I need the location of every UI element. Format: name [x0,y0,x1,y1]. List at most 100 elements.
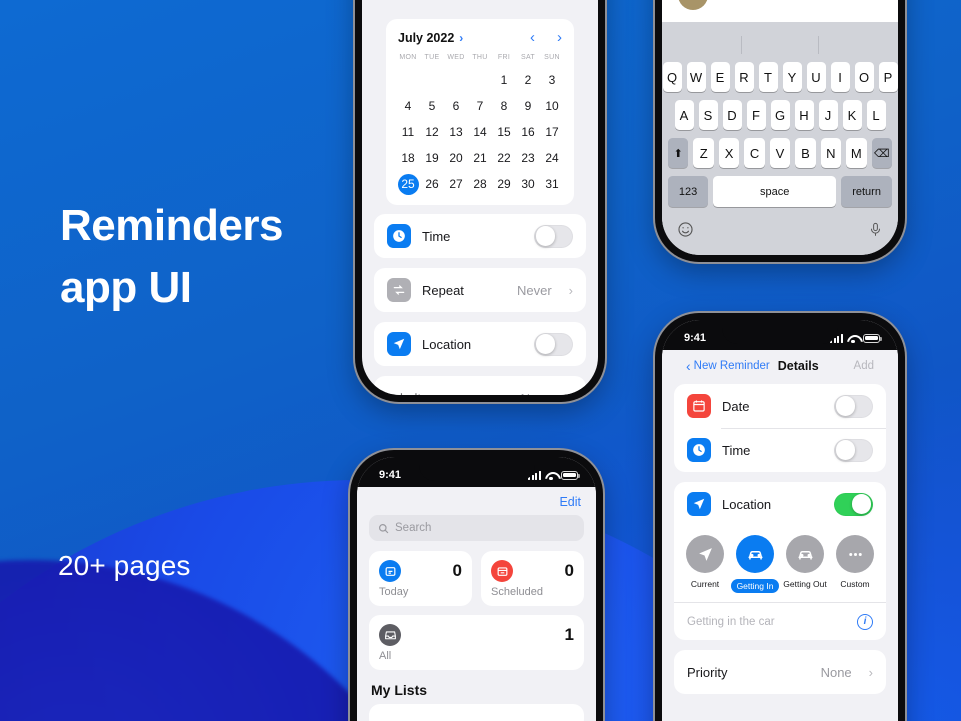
list-item[interactable] [369,704,584,721]
key-G[interactable]: G [770,100,790,130]
key-D[interactable]: D [722,100,742,130]
calendar-day[interactable]: 4 [396,96,420,117]
numbers-key[interactable]: 123 [668,176,709,207]
key-N[interactable]: N [820,138,842,168]
calendar-day[interactable]: 27 [444,174,468,195]
section-title: My Lists [371,682,428,698]
key-S[interactable]: S [698,100,718,130]
calendar-day[interactable]: 7 [468,96,492,117]
calendar-day[interactable]: 1 [492,70,516,91]
calendar-day[interactable]: 30 [516,174,540,195]
calendar-day[interactable]: 11 [396,122,420,143]
key-C[interactable]: C [744,138,765,168]
emoji-icon[interactable] [677,221,694,243]
key-Z[interactable]: Z [693,138,714,168]
location-input[interactable]: Getting in the car i [674,602,886,640]
key-E[interactable]: E [710,62,730,92]
key-L[interactable]: L [866,100,886,130]
calendar-day[interactable]: 15 [492,122,516,143]
backspace-key[interactable]: ⌫ [871,138,892,168]
phone-mockup-calendar: July 2022 › ‹ › MON TUE WED THU FRI SAT SUN...… [355,0,605,402]
time-toggle[interactable] [834,438,873,462]
calendar-day[interactable]: 13 [444,122,468,143]
row-time[interactable]: Time [674,428,886,472]
all-list-card[interactable]: 1 All [369,615,584,670]
key-Y[interactable]: Y [782,62,802,92]
key-B[interactable]: B [795,138,816,168]
calendar-day[interactable]: 6 [444,96,468,117]
calendar-day[interactable]: 10 [540,96,564,117]
calendar-day[interactable]: 5 [420,96,444,117]
time-toggle[interactable] [534,224,573,248]
calendar-day[interactable]: 29 [492,174,516,195]
key-J[interactable]: J [818,100,838,130]
calendar-day[interactable]: 24 [540,148,564,169]
row-location[interactable]: Location [374,322,586,366]
calendar-day[interactable]: 20 [444,148,468,169]
calendar-day[interactable]: 23 [516,148,540,169]
key-P[interactable]: P [878,62,898,92]
back-label: New Reminder [693,360,770,372]
shift-key[interactable]: ⬆ [668,138,689,168]
calendar-day[interactable]: 8 [492,96,516,117]
calendar-day[interactable]: 17 [540,122,564,143]
key-Q[interactable]: Q [662,62,682,92]
calendar-day[interactable]: 9 [516,96,540,117]
location-toggle[interactable] [534,332,573,356]
key-W[interactable]: W [686,62,706,92]
key-O[interactable]: O [854,62,874,92]
chevron-left-icon[interactable]: ‹ [530,29,535,46]
calendar-day[interactable]: 12 [420,122,444,143]
key-A[interactable]: A [674,100,694,130]
location-option-getting-out[interactable]: Getting Out [780,535,830,593]
row-priority[interactable]: Priority None › [674,650,886,694]
space-key[interactable]: space [713,176,837,207]
calendar-month-selector[interactable]: July 2022 › [398,31,463,45]
location-option-getting-in[interactable]: Getting In [730,535,780,593]
calendar-day[interactable]: 3 [540,70,564,91]
calendar-day[interactable]: 22 [492,148,516,169]
calendar-day[interactable]: 28 [468,174,492,195]
back-button[interactable]: ‹ New Reminder [686,359,770,373]
row-time[interactable]: Time [374,214,586,258]
location-option-current[interactable]: Current [680,535,730,593]
key-M[interactable]: M [846,138,867,168]
calendar-day[interactable]: 18 [396,148,420,169]
calendar-day-selected[interactable]: 25 [397,174,419,195]
row-priority[interactable]: Priority None › [374,376,586,396]
calendar-day[interactable]: 2 [516,70,540,91]
date-toggle[interactable] [834,394,873,418]
key-H[interactable]: H [794,100,814,130]
key-R[interactable]: R [734,62,754,92]
key-X[interactable]: X [718,138,740,168]
key-U[interactable]: U [806,62,826,92]
calendar-day[interactable]: 14 [468,122,492,143]
row-location[interactable]: Location [674,482,886,526]
row-repeat[interactable]: Repeat Never › [374,268,586,312]
key-V[interactable]: V [769,138,791,168]
calendar-day[interactable]: 19 [420,148,444,169]
info-icon[interactable]: i [857,613,873,630]
wifi-icon [847,334,859,343]
smart-list-card-scheluded[interactable]: 0 Scheluded [481,551,584,606]
calendar-day[interactable]: 26 [420,174,444,195]
chevron-right-icon-next[interactable]: › [557,29,562,46]
edit-button[interactable]: Edit [559,495,581,509]
search-input[interactable]: Search [369,515,584,541]
calendar-weekday: SAT [521,54,535,61]
row-date[interactable]: Date [674,384,886,428]
key-T[interactable]: T [758,62,778,92]
add-button[interactable]: Add [854,360,874,372]
key-I[interactable]: I [830,62,850,92]
calendar-day[interactable]: 21 [468,148,492,169]
mic-icon[interactable] [868,221,883,243]
phone-mockup-lists: 9:41 Edit Search 0 Today 0 Scheluded 1 A… [350,450,603,721]
smart-list-card-today[interactable]: 0 Today [369,551,472,606]
key-K[interactable]: K [842,100,862,130]
location-toggle[interactable] [834,492,873,516]
calendar-day[interactable]: 31 [540,174,564,195]
calendar-day[interactable]: 16 [516,122,540,143]
key-F[interactable]: F [746,100,766,130]
return-key[interactable]: return [841,176,892,207]
location-option-custom[interactable]: Custom [830,535,880,593]
